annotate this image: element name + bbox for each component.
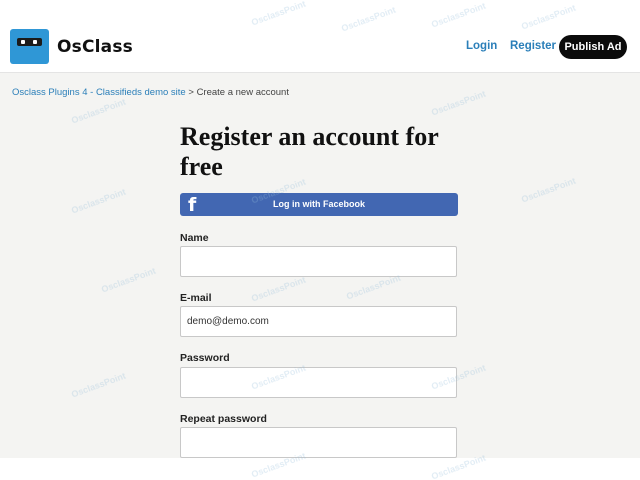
login-link[interactable]: Login (466, 40, 497, 52)
repeat-password-label: Repeat password (180, 413, 267, 425)
breadcrumb-home-link[interactable]: Osclass Plugins 4 - Classifieds demo sit… (12, 87, 186, 98)
watermark: OsclassPoint (100, 265, 158, 295)
watermark: OsclassPoint (430, 88, 488, 118)
site-logo[interactable]: OsClass (10, 29, 133, 64)
facebook-login-button[interactable]: f Log in with Facebook (180, 193, 458, 216)
footer-band (0, 458, 640, 480)
watermark: OsclassPoint (70, 186, 128, 216)
password-input[interactable] (180, 367, 457, 398)
register-link[interactable]: Register (510, 40, 556, 52)
email-label: E-mail (180, 292, 212, 304)
facebook-login-label: Log in with Facebook (273, 199, 365, 209)
publish-ad-button[interactable]: Publish Ad (559, 35, 627, 59)
breadcrumb-current: Create a new account (196, 87, 289, 98)
email-input[interactable] (180, 306, 457, 337)
password-label: Password (180, 352, 230, 364)
watermark: OsclassPoint (250, 274, 308, 304)
page-title: Register an account for free (180, 122, 439, 181)
site-header: OsClass Login Register Publish Ad (0, 0, 640, 73)
watermark: OsclassPoint (70, 370, 128, 400)
logo-icon (10, 29, 49, 64)
name-label: Name (180, 232, 209, 244)
breadcrumb: Osclass Plugins 4 - Classifieds demo sit… (12, 87, 289, 98)
name-input[interactable] (180, 246, 457, 277)
logo-text: OsClass (57, 36, 133, 57)
breadcrumb-separator: > (188, 87, 194, 98)
repeat-password-input[interactable] (180, 427, 457, 458)
watermark: OsclassPoint (520, 175, 578, 205)
watermark: OsclassPoint (70, 96, 128, 126)
